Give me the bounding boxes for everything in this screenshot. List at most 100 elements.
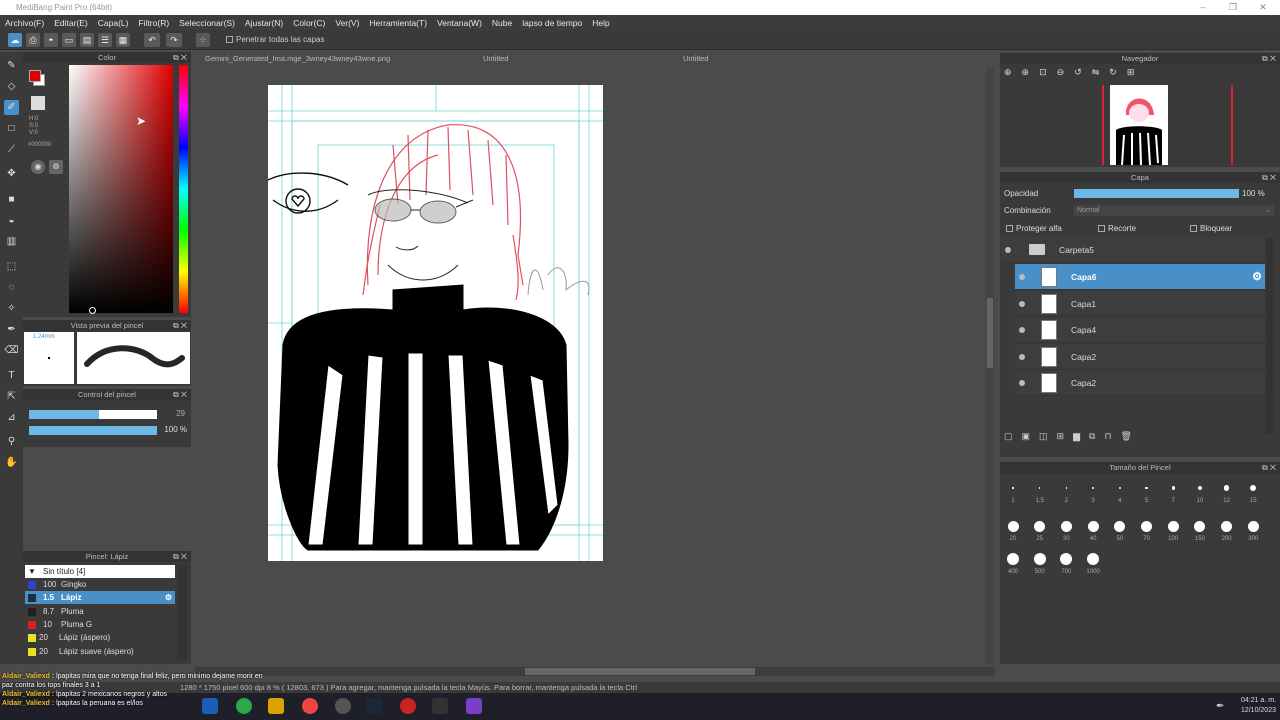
new-layer-2-icon[interactable]: ▣ bbox=[1022, 431, 1040, 441]
rotate-left-icon[interactable]: ↺ bbox=[1074, 67, 1092, 77]
brush-item[interactable]: 10 Pluma G bbox=[25, 618, 175, 631]
fg-color[interactable] bbox=[29, 70, 41, 82]
menu-capa[interactable]: Capa(L) bbox=[93, 18, 134, 28]
menu-archivo[interactable]: Archivo(F) bbox=[0, 18, 49, 28]
brush-size-preset[interactable] bbox=[1065, 487, 1068, 489]
eye-icon[interactable] bbox=[1019, 327, 1025, 334]
redo-icon[interactable]: ↷ bbox=[166, 33, 182, 47]
bubble-icon[interactable]: ◓ bbox=[44, 33, 58, 47]
clock[interactable]: 04:21 a. m. 12/10/2023 bbox=[1238, 696, 1276, 716]
text-tool-icon[interactable]: T bbox=[4, 368, 19, 383]
magic-wand-icon[interactable]: ✧ bbox=[4, 301, 19, 316]
steam-icon[interactable] bbox=[366, 698, 382, 714]
transparent-swatch[interactable] bbox=[31, 96, 45, 110]
restore-button[interactable]: ❐ bbox=[1218, 0, 1248, 15]
settings-icon[interactable] bbox=[335, 698, 351, 714]
protect-alpha-checkbox[interactable] bbox=[1006, 225, 1013, 233]
eye-icon[interactable] bbox=[1019, 353, 1025, 360]
panel-close-icon[interactable]: ⧉ ✕ bbox=[173, 389, 187, 400]
brush-list-scrollbar[interactable] bbox=[177, 565, 187, 660]
menu-ajustar[interactable]: Ajustar(N) bbox=[240, 18, 288, 28]
shape-tool-icon[interactable]: □ bbox=[4, 121, 19, 136]
brush-size-preset[interactable] bbox=[1224, 485, 1230, 491]
hand-tool-icon[interactable]: ✋ bbox=[4, 455, 19, 470]
page-icon[interactable]: ▤ bbox=[80, 33, 94, 47]
grid-icon[interactable]: ▦ bbox=[116, 33, 130, 47]
new-layer-3-icon[interactable]: ◫ bbox=[1039, 431, 1057, 441]
menu-ventana[interactable]: Ventana(W) bbox=[432, 18, 487, 28]
select-eraser-icon[interactable]: ⌫ bbox=[4, 343, 19, 358]
brush-size-preset[interactable] bbox=[1167, 520, 1179, 532]
eye-icon[interactable] bbox=[1005, 247, 1011, 253]
brush-size-value[interactable]: 29 bbox=[163, 409, 185, 418]
tab-untitled-2[interactable]: Untitled bbox=[683, 53, 708, 65]
zoom-out-icon[interactable]: ⊖ bbox=[1057, 67, 1075, 77]
undo-icon[interactable]: ↶ bbox=[144, 33, 160, 47]
lock-checkbox[interactable] bbox=[1190, 225, 1197, 233]
menu-help[interactable]: Help bbox=[587, 18, 614, 28]
brush-item[interactable]: 100 Gingko bbox=[25, 578, 175, 591]
brush-size-slider[interactable] bbox=[29, 410, 157, 419]
operation-tool-icon[interactable]: ⇱ bbox=[4, 389, 19, 404]
fit-icon[interactable]: ⊡ bbox=[1039, 67, 1057, 77]
layer-row[interactable]: Capa2 bbox=[1015, 343, 1265, 370]
layer-row[interactable]: Capa6 ⚙ bbox=[1015, 264, 1265, 290]
app-icon[interactable] bbox=[400, 698, 416, 714]
brush-opacity-slider[interactable] bbox=[29, 426, 157, 435]
menu-herramienta[interactable]: Herramienta(T) bbox=[364, 18, 432, 28]
panel-close-icon[interactable]: ⧉ ✕ bbox=[1262, 53, 1276, 64]
brush-size-preset[interactable] bbox=[1007, 553, 1019, 565]
menu-lapso[interactable]: lapso de tiempo bbox=[517, 18, 587, 28]
layer-folder[interactable]: Carpeta5 bbox=[1001, 237, 1265, 263]
brush-size-preset[interactable] bbox=[1114, 520, 1126, 532]
brush-item[interactable]: 1.5 Lápiz ⚙ bbox=[25, 591, 175, 605]
gradient-icon[interactable]: ▥ bbox=[4, 234, 19, 249]
move-tool-icon[interactable]: ✥ bbox=[4, 166, 19, 181]
add-layer-menu-icon[interactable]: ⊞ bbox=[1057, 431, 1074, 441]
lock-toggle[interactable]: Bloquear bbox=[1190, 224, 1232, 233]
brush-size-preset[interactable] bbox=[1171, 486, 1175, 490]
brush-size-preset[interactable] bbox=[1087, 553, 1100, 565]
xp-pen-icon[interactable] bbox=[432, 698, 448, 714]
menu-filtro[interactable]: Filtro(R) bbox=[133, 18, 174, 28]
gear-icon[interactable]: ⚙ bbox=[165, 591, 172, 604]
eye-icon[interactable] bbox=[1019, 380, 1025, 387]
brush-group-header[interactable]: ▼ Sin título [4] bbox=[25, 565, 175, 578]
layer-row[interactable]: Capa1 bbox=[1015, 290, 1265, 317]
eye-icon[interactable] bbox=[1019, 274, 1025, 280]
panel-close-icon[interactable]: ⧉ ✕ bbox=[173, 320, 187, 331]
menu-ver[interactable]: Ver(V) bbox=[330, 18, 364, 28]
snap-icon[interactable]: ⁘ bbox=[196, 33, 210, 47]
brush-size-preset[interactable] bbox=[1221, 520, 1233, 532]
brush-size-preset[interactable] bbox=[1060, 520, 1072, 532]
layer-scrollbar[interactable] bbox=[1266, 238, 1274, 434]
medibang-taskbar-icon[interactable] bbox=[466, 698, 482, 714]
pen-icon[interactable]: ✒ bbox=[1216, 701, 1224, 712]
layer-opacity-slider[interactable] bbox=[1074, 189, 1239, 198]
panel-close-icon[interactable]: ⧉ ✕ bbox=[173, 551, 187, 562]
brush-item[interactable]: 20 Lápiz suave (áspero) bbox=[25, 645, 175, 658]
duplicate-icon[interactable]: ⧉ bbox=[1089, 431, 1104, 441]
brush-size-preset[interactable] bbox=[1034, 520, 1046, 532]
cloud-icon[interactable]: ☁ bbox=[8, 33, 22, 47]
frame-icon[interactable]: ▭ bbox=[62, 33, 76, 47]
clipping-checkbox[interactable] bbox=[1098, 225, 1105, 233]
tab-gemini-file[interactable]: Gemini_Generated_Ima.mge_3wney43wney43wn… bbox=[205, 53, 390, 65]
navigator-controls[interactable]: ⊕⊕⊡⊖↺⇋↻⊞ bbox=[1004, 67, 1164, 82]
brush-tool-icon[interactable]: ✐ bbox=[4, 100, 19, 115]
brush-size-preset[interactable] bbox=[1141, 520, 1152, 532]
menu-color[interactable]: Color(C) bbox=[288, 18, 330, 28]
canvas-vscroll[interactable] bbox=[986, 68, 994, 664]
panel-close-icon[interactable]: ⧉ ✕ bbox=[173, 52, 187, 63]
blend-mode-select[interactable]: Normal ⌄ bbox=[1074, 205, 1274, 216]
checkbox-box[interactable] bbox=[226, 36, 233, 44]
close-button[interactable]: ✕ bbox=[1248, 0, 1278, 15]
brush-item[interactable]: 20 Lápiz (áspero) bbox=[25, 631, 175, 644]
reset-icon[interactable]: ⊞ bbox=[1127, 67, 1145, 77]
eyedropper-icon[interactable]: ⚲ bbox=[4, 434, 19, 449]
sv-cursor[interactable] bbox=[89, 307, 96, 314]
menu-nube[interactable]: Nube bbox=[487, 18, 517, 28]
minimize-button[interactable]: – bbox=[1188, 0, 1218, 15]
clipping-toggle[interactable]: Recorte bbox=[1098, 224, 1136, 233]
rotate-right-icon[interactable]: ↻ bbox=[1109, 67, 1127, 77]
